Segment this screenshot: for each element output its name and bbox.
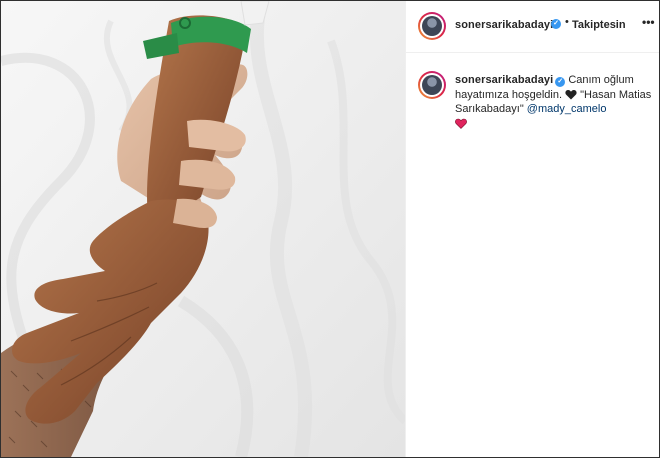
post-caption: sonersarikabadayi ✓ Canım oğlum hayatımıza…	[455, 73, 653, 131]
black-heart-icon	[565, 89, 577, 99]
red-heart-icon	[455, 118, 467, 129]
photo-hands-illustration	[1, 1, 405, 457]
avatar[interactable]	[418, 12, 446, 40]
follow-status-button[interactable]: Takiptesin	[572, 19, 626, 31]
more-options-icon[interactable]: •••	[642, 15, 655, 29]
verified-badge-icon: ✓	[555, 77, 566, 87]
username-link[interactable]: sonersarikabadayi	[455, 19, 553, 31]
mention-link[interactable]: @mady_camelo	[527, 103, 607, 115]
post-photo[interactable]	[1, 1, 405, 457]
verified-badge-icon: ✓	[551, 19, 561, 29]
caption-username-link[interactable]: sonersarikabadayi	[455, 74, 553, 86]
instagram-post-frame: sonersarikabadayi ✓ • Takiptesin ••• son…	[0, 0, 660, 458]
separator-dot: •	[565, 16, 569, 28]
post-sidebar: sonersarikabadayi ✓ • Takiptesin ••• son…	[405, 1, 659, 457]
post-header: sonersarikabadayi ✓ • Takiptesin •••	[406, 1, 659, 53]
caption-avatar[interactable]	[418, 71, 446, 99]
